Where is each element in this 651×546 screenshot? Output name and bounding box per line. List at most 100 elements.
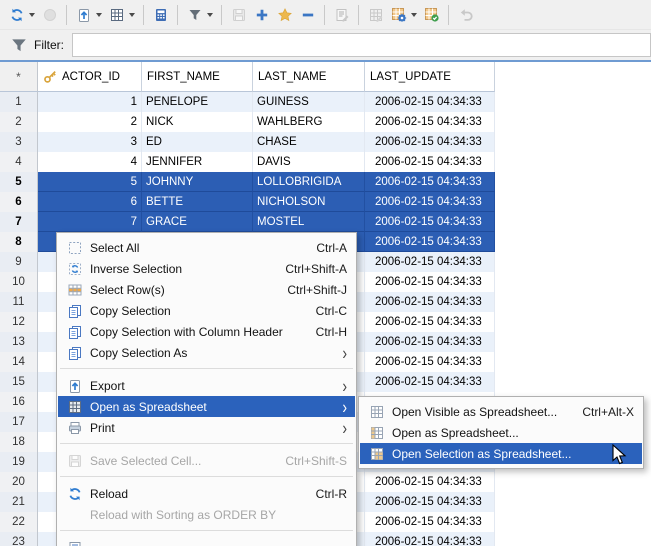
menu-item-copy-selection[interactable]: Copy SelectionCtrl-C	[58, 300, 355, 321]
dropdown-caret-icon[interactable]	[129, 13, 135, 17]
cell-actor_id[interactable]: 6	[38, 192, 142, 212]
menu-item-inverse-selection[interactable]: Inverse SelectionCtrl+Shift-A	[58, 258, 355, 279]
cell-first_name[interactable]: JOHNNY	[142, 172, 253, 192]
cell-last_update[interactable]: 2006-02-15 04:34:33	[365, 512, 495, 532]
cell-last_update[interactable]: 2006-02-15 04:34:33	[365, 352, 495, 372]
cell-last_update[interactable]: 2006-02-15 04:34:33	[365, 172, 495, 192]
row-number[interactable]: 16	[0, 392, 38, 412]
toolbar-separator	[448, 5, 449, 25]
row-number[interactable]: 15	[0, 372, 38, 392]
cell-last_name[interactable]: MOSTEL	[253, 212, 365, 232]
cell-last_update[interactable]: 2006-02-15 04:34:33	[365, 492, 495, 512]
cell-actor_id[interactable]: 7	[38, 212, 142, 232]
cell-last_name[interactable]: WAHLBERG	[253, 112, 365, 132]
cell-last_update[interactable]: 2006-02-15 04:34:33	[365, 332, 495, 352]
menu-item-open-as-spreadsheet[interactable]: Open as Spreadsheet›	[58, 396, 355, 417]
row-number[interactable]: 2	[0, 112, 38, 132]
row-number[interactable]: 11	[0, 292, 38, 312]
cell-first_name[interactable]: PENELOPE	[142, 92, 253, 112]
row-number[interactable]: 12	[0, 312, 38, 332]
cell-last_update[interactable]: 2006-02-15 04:34:33	[365, 92, 495, 112]
filter-button[interactable]	[183, 3, 216, 27]
grid-corner-cell[interactable]: *	[0, 62, 38, 92]
cell-last_update[interactable]: 2006-02-15 04:34:33	[365, 212, 495, 232]
cell-last_name[interactable]: NICHOLSON	[253, 192, 365, 212]
row-number[interactable]: 13	[0, 332, 38, 352]
cell-actor_id[interactable]: 3	[38, 132, 142, 152]
export-resultset-button[interactable]	[72, 3, 105, 27]
delete-row-button[interactable]	[296, 3, 319, 27]
row-number[interactable]: 7	[0, 212, 38, 232]
row-number[interactable]: 4	[0, 152, 38, 172]
cell-last_update[interactable]: 2006-02-15 04:34:33	[365, 372, 495, 392]
cell-first_name[interactable]: ED	[142, 132, 253, 152]
cell-last_name[interactable]: CHASE	[253, 132, 365, 152]
cell-last_update[interactable]: 2006-02-15 04:34:33	[365, 112, 495, 132]
cell-last_update[interactable]: 2006-02-15 04:34:33	[365, 312, 495, 332]
row-number[interactable]: 23	[0, 532, 38, 546]
column-header-actor_id[interactable]: ACTOR_ID	[38, 62, 142, 92]
cell-last_name[interactable]: LOLLOBRIGIDA	[253, 172, 365, 192]
refresh-button[interactable]	[5, 3, 38, 27]
cell-actor_id[interactable]: 4	[38, 152, 142, 172]
menu-item-print[interactable]: Print›	[58, 417, 355, 438]
dropdown-caret-icon[interactable]	[96, 13, 102, 17]
column-header-last_name[interactable]: LAST_NAME	[253, 62, 365, 92]
dropdown-caret-icon[interactable]	[411, 13, 417, 17]
row-number[interactable]: 10	[0, 272, 38, 292]
cell-first_name[interactable]: NICK	[142, 112, 253, 132]
duplicate-row-button[interactable]	[273, 3, 296, 27]
row-number[interactable]: 3	[0, 132, 38, 152]
cell-last_update[interactable]: 2006-02-15 04:34:33	[365, 472, 495, 492]
cell-last_name[interactable]: DAVIS	[253, 152, 365, 172]
row-number[interactable]: 18	[0, 432, 38, 452]
menu-item-copy-selection-as[interactable]: Copy Selection As›	[58, 342, 355, 363]
cell-last_name[interactable]: GUINESS	[253, 92, 365, 112]
menu-item-export[interactable]: Export›	[58, 375, 355, 396]
submenu-item-open-visible-as-spreadsheet[interactable]: Open Visible as Spreadsheet...Ctrl+Alt-X	[360, 401, 642, 422]
row-number[interactable]: 5	[0, 172, 38, 192]
cell-last_update[interactable]: 2006-02-15 04:34:33	[365, 132, 495, 152]
column-header-first_name[interactable]: FIRST_NAME	[142, 62, 253, 92]
row-number[interactable]: 6	[0, 192, 38, 212]
menu-item-shortcut: Ctrl+Alt-X	[582, 405, 634, 419]
cell-last_update[interactable]: 2006-02-15 04:34:33	[365, 192, 495, 212]
cell-last_update[interactable]: 2006-02-15 04:34:33	[365, 532, 495, 546]
menu-item-partial-item[interactable]	[58, 537, 355, 546]
row-number[interactable]: 20	[0, 472, 38, 492]
calculate-button[interactable]	[149, 3, 172, 27]
row-number[interactable]: 14	[0, 352, 38, 372]
submenu-item-open-as-spreadsheet[interactable]: Open as Spreadsheet...	[360, 422, 642, 443]
menu-item-reload[interactable]: ReloadCtrl-R	[58, 483, 355, 504]
cell-actor_id[interactable]: 1	[38, 92, 142, 112]
filter-input[interactable]	[72, 33, 651, 57]
cell-last_update[interactable]: 2006-02-15 04:34:33	[365, 152, 495, 172]
menu-item-copy-selection-with-column-header[interactable]: Copy Selection with Column HeaderCtrl-H	[58, 321, 355, 342]
menu-item-select-all[interactable]: Select AllCtrl-A	[58, 237, 355, 258]
grid-settings-button[interactable]	[387, 3, 420, 27]
row-number[interactable]: 21	[0, 492, 38, 512]
grid-confirm-button[interactable]	[420, 3, 443, 27]
cell-first_name[interactable]: JENNIFER	[142, 152, 253, 172]
column-header-last_update[interactable]: LAST_UPDATE	[365, 62, 495, 92]
cell-actor_id[interactable]: 5	[38, 172, 142, 192]
cell-last_update[interactable]: 2006-02-15 04:34:33	[365, 252, 495, 272]
row-number[interactable]: 8	[0, 232, 38, 252]
row-number[interactable]: 17	[0, 412, 38, 432]
row-number[interactable]: 19	[0, 452, 38, 472]
cell-last_update[interactable]: 2006-02-15 04:34:33	[365, 292, 495, 312]
submenu-item-open-selection-as-spreadsheet[interactable]: Open Selection as Spreadsheet...	[360, 443, 642, 464]
row-number[interactable]: 9	[0, 252, 38, 272]
row-number[interactable]: 1	[0, 92, 38, 112]
cell-first_name[interactable]: BETTE	[142, 192, 253, 212]
cell-actor_id[interactable]: 2	[38, 112, 142, 132]
cell-last_update[interactable]: 2006-02-15 04:34:33	[365, 272, 495, 292]
cell-last_update[interactable]: 2006-02-15 04:34:33	[365, 232, 495, 252]
cell-first_name[interactable]: GRACE	[142, 212, 253, 232]
dropdown-caret-icon[interactable]	[29, 13, 35, 17]
row-number[interactable]: 22	[0, 512, 38, 532]
dropdown-caret-icon[interactable]	[207, 13, 213, 17]
grid-view-button[interactable]	[105, 3, 138, 27]
menu-item-select-row-s[interactable]: Select Row(s)Ctrl+Shift-J	[58, 279, 355, 300]
add-row-button[interactable]	[250, 3, 273, 27]
